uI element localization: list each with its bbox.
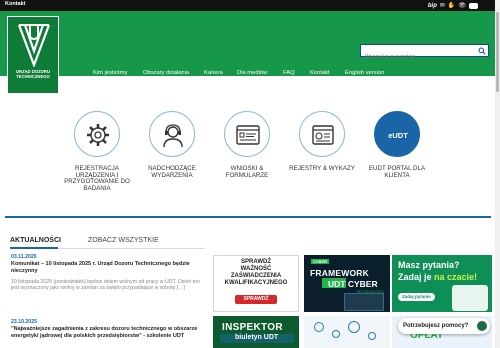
service-label-registration[interactable]: REJESTRACJA URZĄDZENIA I PRZYGOTOWANIE D… — [62, 165, 132, 192]
service-registration[interactable] — [74, 111, 120, 157]
nav-dla-mediow[interactable]: Dla mediów — [237, 70, 267, 76]
logo-text-line-2: TECHNICZNEGO — [16, 74, 50, 79]
active-tab-underline — [10, 247, 58, 249]
banner-text: SPRAWDŹ — [241, 259, 271, 265]
banner-text: Masz pytania? — [398, 260, 460, 270]
service-label-forms[interactable]: WNIOSKI & FORMULARZE — [212, 165, 282, 179]
banner-text: biuletyn UDT — [235, 334, 279, 341]
banner-text: Zadaj je na czacie! — [398, 272, 477, 282]
chat-avatar-icon — [477, 321, 487, 331]
nav-kontakt[interactable]: Kontakt — [310, 70, 330, 76]
search-box[interactable] — [360, 44, 489, 63]
banner-text: KWALIFIKACYJNEGO — [224, 280, 288, 286]
section-divider — [5, 216, 491, 218]
udt-logo[interactable]: URZĄD DOZORU TECHNICZNEGO — [7, 16, 59, 94]
search-icon[interactable] — [478, 47, 486, 55]
banner-network[interactable] — [304, 316, 390, 348]
banner-text-a: Zadaj je — [398, 272, 435, 282]
gear-icon — [87, 124, 109, 146]
banner-text: UDT CYBER — [328, 279, 378, 289]
network-node — [348, 321, 360, 333]
service-registers[interactable] — [299, 111, 345, 157]
main-nav: Kim jesteśmy Obszary działania Kariera D… — [0, 70, 500, 80]
banner-text-b: na czacie! — [434, 272, 478, 282]
news-date: 03.11.2025 — [11, 254, 37, 260]
network-node — [368, 332, 376, 340]
nav-obszary-dzialania[interactable]: Obszary działania — [143, 70, 189, 76]
cyber-tag: CYBER — [311, 259, 330, 264]
top-contact-link[interactable]: Kontakt — [5, 1, 25, 7]
service-events[interactable] — [149, 111, 195, 157]
top-bar: Kontakt bip ✉ ✋ 👁 ▶ — [0, 0, 500, 11]
banner-inspektor[interactable]: INSPEKTOR biuletyn UDT — [213, 316, 299, 348]
page-scrollbar[interactable] — [495, 0, 500, 348]
nav-kim-jestesmy[interactable]: Kim jesteśmy — [93, 70, 127, 76]
udt-logo-emblem — [17, 24, 51, 67]
site-header: Kim jesteśmy Obszary działania Kariera D… — [0, 11, 500, 76]
banner-chat-questions[interactable]: Masz pytania? Zadaj je na czacie! Zadaj … — [392, 255, 492, 312]
search-input[interactable] — [361, 51, 479, 63]
service-label-events[interactable]: NADCHODZĄCE WYDARZENIA — [137, 165, 207, 179]
phone-illustration — [452, 285, 488, 311]
scrollbar-thumb[interactable] — [496, 12, 499, 92]
ask-question-button[interactable]: Zadaj pytanie — [398, 293, 435, 301]
service-label-eudt[interactable]: EUDT PORTAL DLA KLIENTA — [362, 165, 432, 179]
banner-text: INSPEKTOR — [222, 322, 283, 333]
network-node — [332, 330, 340, 338]
news-title[interactable]: Komunikat – 10 listopada 2025 r. Urząd D… — [11, 261, 203, 274]
service-eudt[interactable]: eUDT — [374, 111, 420, 157]
banner-check-qualification[interactable]: SPRAWDŹ WAŻNOŚĆ ZAŚWIADCZENIA KWALIFIKAC… — [213, 255, 299, 312]
accessibility-icon[interactable]: 👁 — [458, 2, 466, 9]
chat-help-button[interactable]: Potrzebujesz pomocy? — [398, 318, 490, 334]
check-button[interactable]: SPRAWDŹ — [235, 295, 277, 304]
nav-faq[interactable]: FAQ — [283, 70, 295, 76]
banner-text: WAŻNOŚĆ — [240, 266, 272, 272]
mail-icon[interactable]: ✉ — [440, 2, 445, 9]
eudt-icon: eUDT — [388, 131, 408, 140]
sign-language-icon[interactable]: ✋ — [448, 2, 455, 9]
screen-illustration — [344, 293, 384, 311]
youtube-icon[interactable]: ▶ — [469, 2, 478, 9]
register-list-icon — [312, 125, 334, 145]
banner-text: ZAŚWIADCZENIA — [230, 273, 282, 279]
banner-text: FRAMEWORK — [310, 268, 369, 278]
news-title[interactable]: "Najważniejsze zagadnienia z zakresu doz… — [11, 326, 203, 339]
tab-news[interactable]: AKTUALNOŚCI — [10, 237, 61, 244]
service-label-registers[interactable]: REJESTRY & WYKAZY — [287, 165, 357, 173]
top-icons: bip ✉ ✋ 👁 ▶ — [428, 0, 478, 11]
banner-cyber-framework[interactable]: CYBER FRAMEWORK UDT CYBER TECHNOLOGY — [304, 255, 390, 312]
network-node — [314, 322, 324, 332]
headset-person-icon — [163, 124, 183, 148]
news-date: 23.10.2025 — [11, 319, 37, 325]
eudt-icon-text: eUDT — [388, 131, 408, 140]
browser-form-icon — [236, 125, 260, 145]
news-excerpt: 10 listopada 2025 (poniedziałek) będzie … — [11, 279, 200, 292]
nav-english-version[interactable]: English version — [345, 70, 384, 76]
tab-see-all[interactable]: ZOBACZ WSZYSTKIE — [88, 237, 159, 244]
nav-kariera[interactable]: Kariera — [204, 70, 223, 76]
bip-icon[interactable]: bip — [428, 3, 437, 9]
service-forms[interactable] — [224, 111, 270, 157]
chat-label: Potrzebujesz pomocy? — [403, 323, 469, 329]
